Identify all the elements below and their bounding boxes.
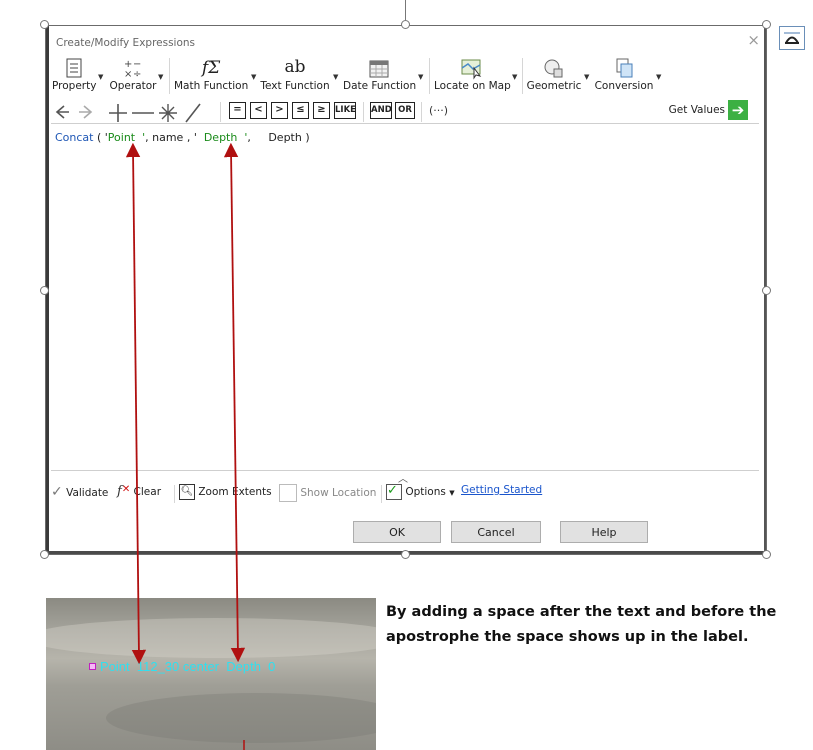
arrow-depth-space	[223, 142, 246, 663]
annotation-arrows	[125, 142, 246, 750]
arrow-point-space	[125, 142, 147, 665]
